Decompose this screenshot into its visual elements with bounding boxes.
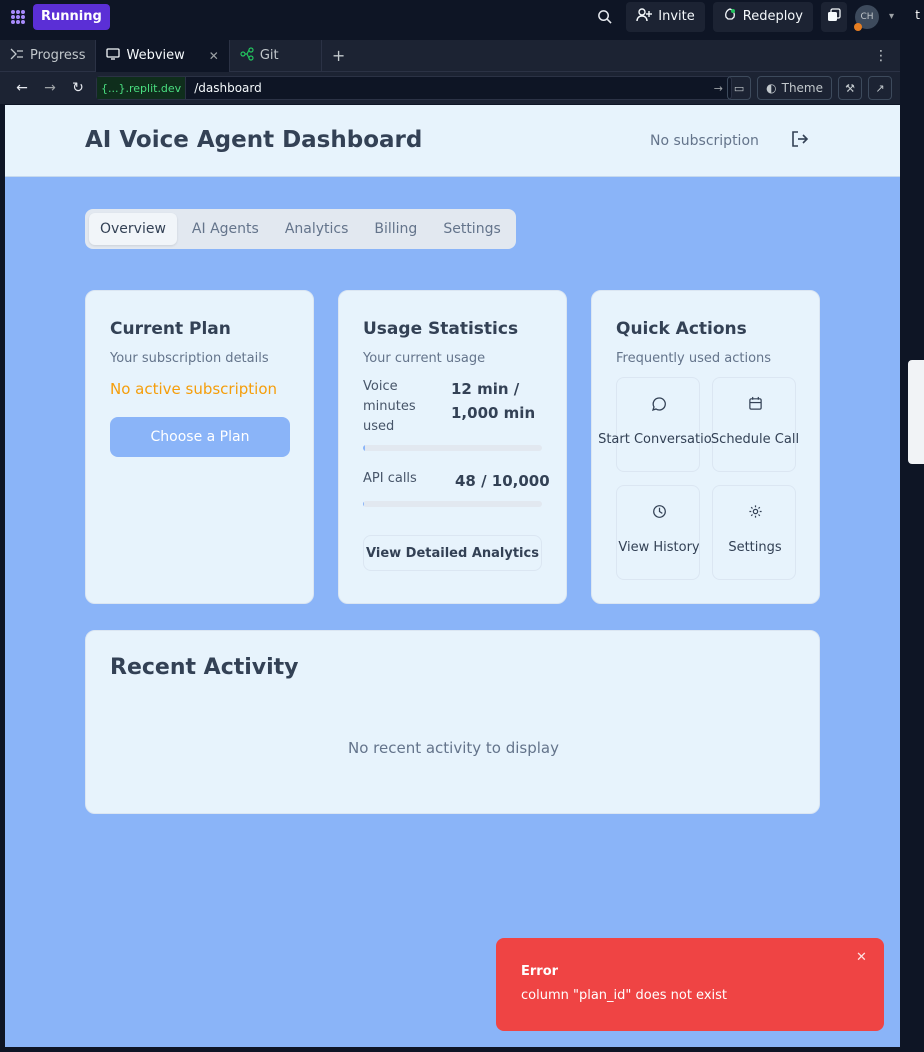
voice-minutes-progress xyxy=(363,445,542,451)
git-branch-icon xyxy=(240,46,254,65)
card-title: Quick Actions xyxy=(616,319,747,339)
progress-icon xyxy=(10,48,24,64)
card-subtitle: Frequently used actions xyxy=(616,351,772,366)
topbar-actions: Invite Redeploy CH ▾ xyxy=(590,0,894,33)
action-label: Schedule Call xyxy=(710,432,800,447)
avatar[interactable]: CH xyxy=(853,4,879,31)
subscription-status: No subscription xyxy=(650,133,759,149)
toast-message: column "plan_id" does not exist xyxy=(521,988,727,1003)
calendar-icon xyxy=(713,396,797,415)
api-calls-progress-fill xyxy=(363,501,364,507)
recent-activity-card: Recent Activity No recent activity to di… xyxy=(85,630,820,814)
background-window-sliver xyxy=(908,360,924,464)
logout-icon[interactable] xyxy=(791,131,809,151)
multiplayer-button[interactable] xyxy=(820,1,847,32)
edge-text: t xyxy=(915,8,920,22)
action-label: Settings xyxy=(728,540,782,555)
tab-billing[interactable]: Billing xyxy=(363,213,428,245)
chevron-down-icon[interactable]: ▾ xyxy=(889,11,894,22)
go-arrow-icon[interactable]: → xyxy=(714,82,723,95)
dashboard-tabs: Overview AI Agents Analytics Billing Set… xyxy=(85,209,516,249)
palette-icon: ◐ xyxy=(766,81,777,95)
forward-arrow-icon[interactable]: → xyxy=(36,76,64,100)
gear-icon xyxy=(713,504,797,523)
add-tab-icon[interactable]: + xyxy=(332,46,345,65)
search-icon[interactable] xyxy=(590,3,618,31)
card-title: Current Plan xyxy=(110,319,231,339)
usage-statistics-card: Usage Statistics Your current usage Voic… xyxy=(338,290,567,604)
toast-title: Error xyxy=(521,964,559,979)
tab-git[interactable]: Git xyxy=(230,39,322,72)
back-arrow-icon[interactable]: ← xyxy=(8,76,36,100)
ide-tabstrip: Progress Webview ✕ Git + ⋮ xyxy=(0,39,900,72)
theme-button[interactable]: ◐ Theme xyxy=(757,76,832,100)
close-icon[interactable]: ✕ xyxy=(856,950,867,965)
run-status-button[interactable]: Running xyxy=(33,3,110,30)
card-subtitle: Your subscription details xyxy=(110,351,269,366)
tab-analytics[interactable]: Analytics xyxy=(274,213,360,245)
card-title: Usage Statistics xyxy=(363,319,519,339)
api-calls-progress xyxy=(363,501,542,507)
voice-minutes-value: 12 min / 1,000 min xyxy=(451,380,536,422)
clock-icon xyxy=(617,504,701,523)
add-user-icon xyxy=(636,7,653,26)
start-conversation-button[interactable]: Start Conversation xyxy=(598,377,720,472)
settings-button[interactable]: Settings xyxy=(712,485,796,580)
tab-progress[interactable]: Progress xyxy=(0,39,97,72)
invite-label: Invite xyxy=(658,9,695,24)
view-history-button[interactable]: View History xyxy=(616,485,700,580)
tab-webview[interactable]: Webview ✕ xyxy=(96,39,230,72)
theme-label: Theme xyxy=(781,81,823,95)
api-calls-label: API calls xyxy=(363,471,417,486)
close-tab-icon[interactable]: ✕ xyxy=(209,49,219,63)
tab-label: Webview xyxy=(126,48,185,63)
voice-minutes-label: Voice minutes used xyxy=(363,379,416,434)
choose-plan-button[interactable]: Choose a Plan xyxy=(110,417,290,457)
quick-actions-card: Quick Actions Frequently used actions St… xyxy=(591,290,820,604)
device-preview-icon[interactable]: ▭ xyxy=(727,76,752,100)
tab-ai-agents[interactable]: AI Agents xyxy=(181,213,270,245)
open-external-icon[interactable]: ↗ xyxy=(868,76,892,100)
tab-overview[interactable]: Overview xyxy=(89,213,177,245)
subscription-warning: No active subscription xyxy=(110,380,278,398)
page-title: AI Voice Agent Dashboard xyxy=(85,127,423,153)
message-circle-icon xyxy=(617,396,701,416)
card-subtitle: Your current usage xyxy=(363,351,486,366)
voice-minutes-progress-fill xyxy=(363,445,366,451)
redeploy-button[interactable]: Redeploy xyxy=(712,1,813,32)
webview-address-bar: ← → ↻ {...}.replit.dev /dashboard → ▭ ◐ … xyxy=(0,72,900,104)
webview-content: AI Voice Agent Dashboard No subscription… xyxy=(5,105,900,1047)
monitor-icon xyxy=(106,47,121,64)
url-host: {...}.replit.dev xyxy=(97,77,187,99)
reload-icon[interactable]: ↻ xyxy=(64,76,92,100)
devtools-wrench-icon[interactable]: ⚒ xyxy=(838,76,862,100)
redeploy-label: Redeploy xyxy=(742,9,803,24)
ide-topbar: Running Invite Redeploy CH ▾ t xyxy=(0,0,924,33)
address-actions: ▭ ◐ Theme ⚒ ↗ xyxy=(727,76,892,100)
view-analytics-button[interactable]: View Detailed Analytics xyxy=(363,535,542,571)
card-title: Recent Activity xyxy=(110,655,299,680)
url-path: /dashboard xyxy=(194,81,262,95)
api-calls-value: 48 / 10,000 xyxy=(455,472,550,490)
tab-label: Progress xyxy=(30,48,86,63)
screen: Running Invite Redeploy CH ▾ t Progress … xyxy=(0,0,924,1052)
empty-state-text: No recent activity to display xyxy=(347,739,559,757)
tab-settings[interactable]: Settings xyxy=(432,213,511,245)
more-options-icon[interactable]: ⋮ xyxy=(874,48,888,64)
tab-label: Git xyxy=(259,48,279,63)
invite-button[interactable]: Invite xyxy=(626,1,705,32)
windows-icon xyxy=(827,7,841,26)
schedule-call-button[interactable]: Schedule Call xyxy=(711,377,799,472)
replit-logo-icon[interactable] xyxy=(7,6,29,28)
url-input[interactable]: {...}.replit.dev /dashboard → xyxy=(96,76,732,100)
deploy-icon xyxy=(723,7,737,26)
avatar-initials: CH xyxy=(860,11,874,22)
app-header: AI Voice Agent Dashboard No subscription xyxy=(5,105,900,177)
current-plan-card: Current Plan Your subscription details N… xyxy=(85,290,314,604)
error-toast: Error column "plan_id" does not exist ✕ xyxy=(496,938,884,1031)
status-dot-icon xyxy=(853,22,862,31)
